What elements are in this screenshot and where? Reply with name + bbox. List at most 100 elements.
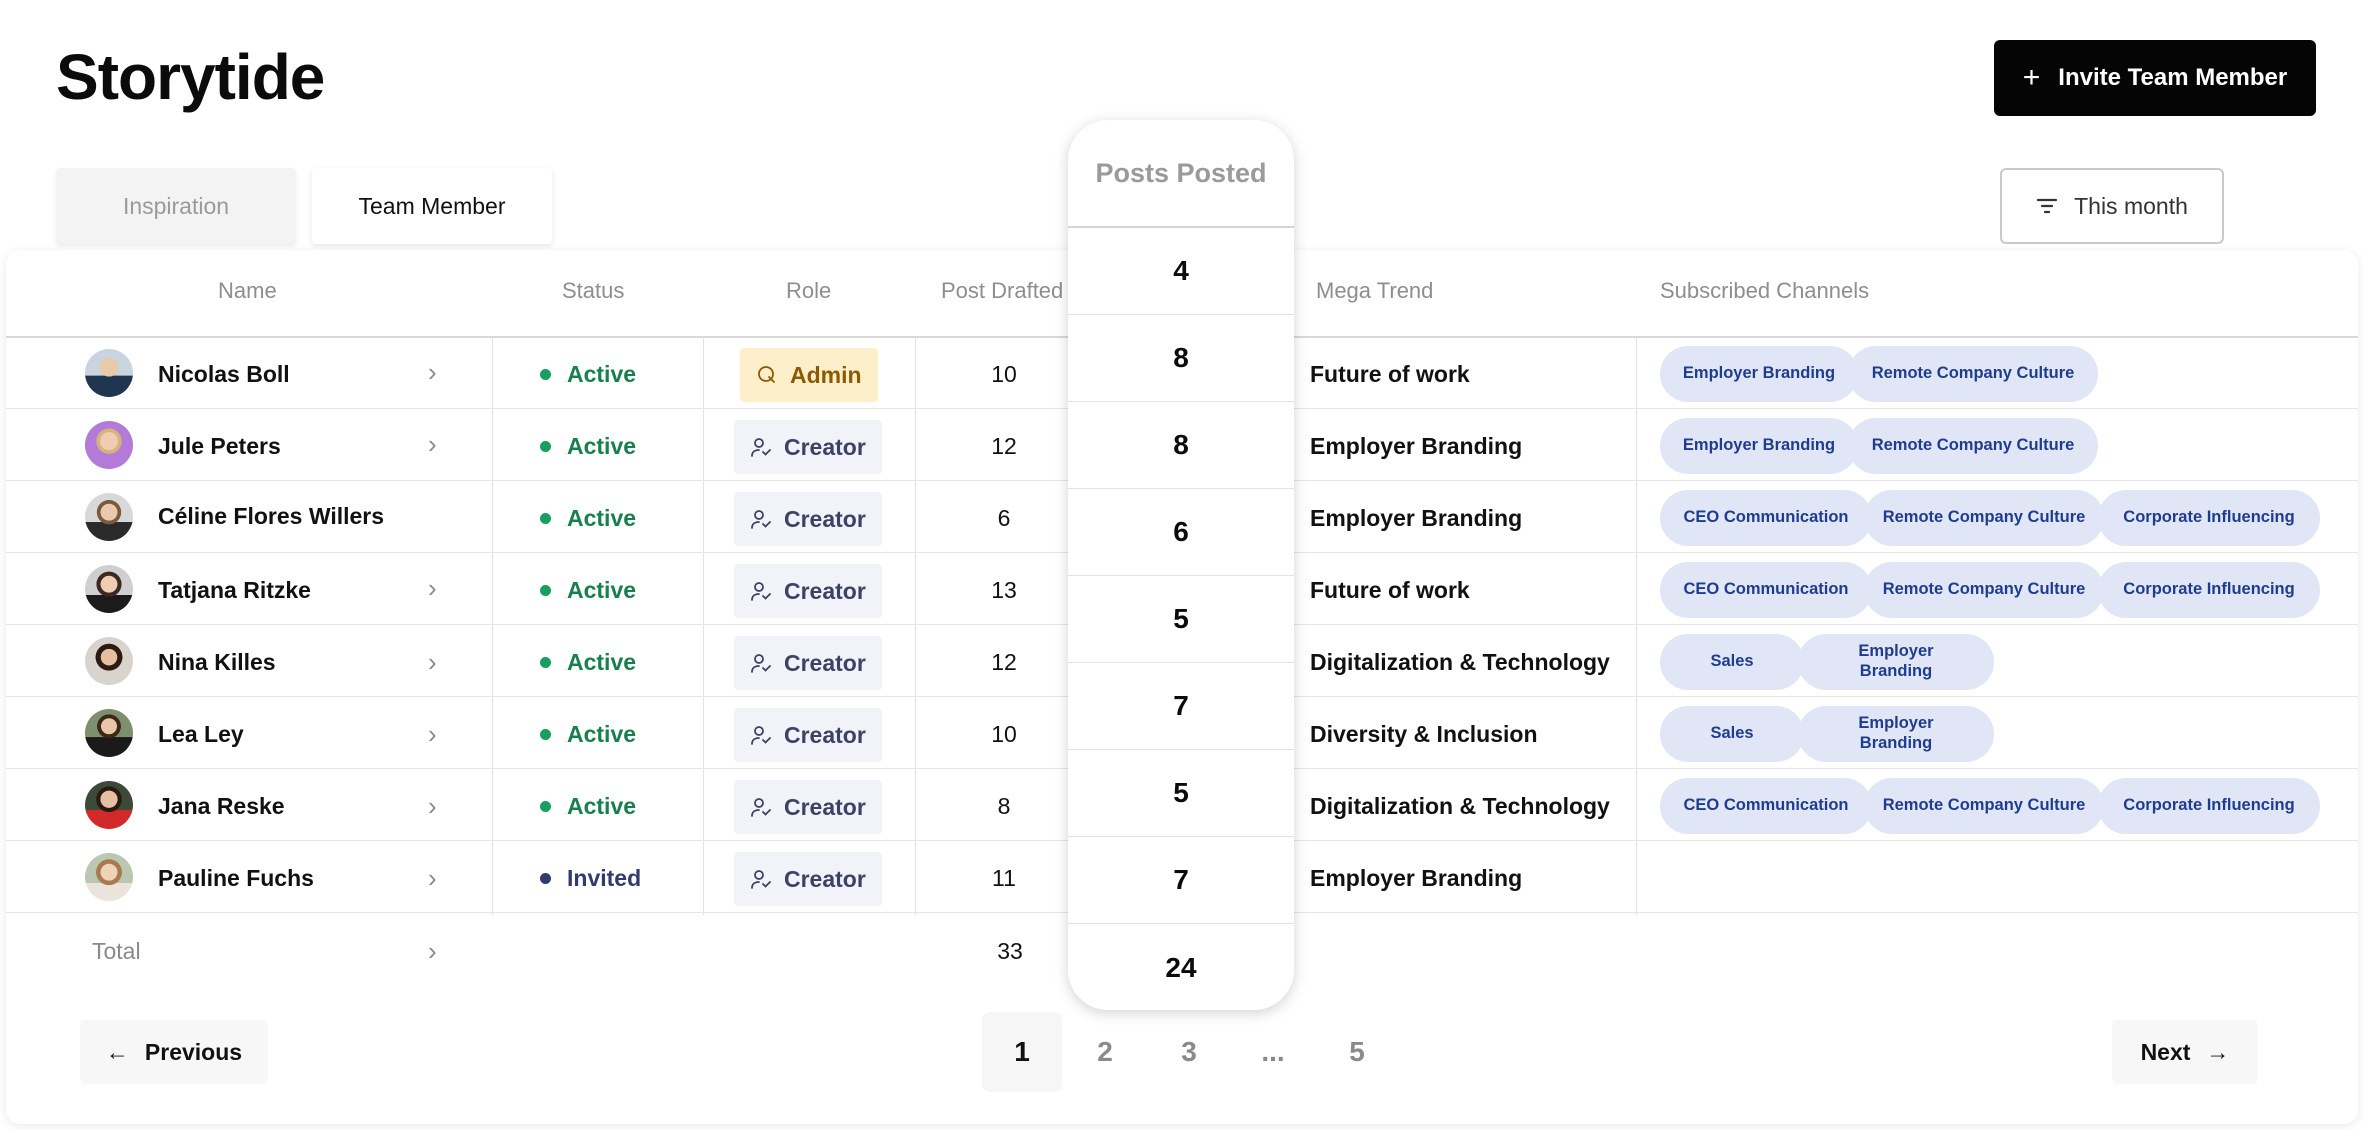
page-number-1[interactable]: 1 xyxy=(982,1012,1062,1092)
previous-page-button[interactable]: ← Previous xyxy=(80,1020,268,1084)
channel-chip[interactable]: Remote Company Culture xyxy=(1848,346,2098,402)
mega-trend-value: Employer Branding xyxy=(1310,433,1523,459)
avatar xyxy=(85,781,133,829)
status-dot xyxy=(540,801,551,812)
posts-posted-value: 6 xyxy=(1068,489,1294,576)
channel-chip[interactable]: Remote Company Culture xyxy=(1864,562,2104,618)
status-label: Active xyxy=(567,649,637,675)
mega-trend-value: Digitalization & Technology xyxy=(1310,793,1610,819)
role-badge-admin[interactable]: Admin xyxy=(740,348,878,402)
role-badge-creator[interactable]: Creator xyxy=(734,636,882,690)
invite-team-member-button[interactable]: + Invite Team Member xyxy=(1994,40,2316,116)
chevron-right-icon[interactable]: › xyxy=(428,429,437,460)
column-header-subscribed-channels[interactable]: Subscribed Channels xyxy=(1660,278,1869,304)
member-name[interactable]: Jule Peters xyxy=(158,433,281,460)
role-label: Creator xyxy=(784,649,866,676)
status-dot xyxy=(540,657,551,668)
channel-chip[interactable]: Corporate Influencing xyxy=(2098,778,2320,834)
posts-posted-value: 4 xyxy=(1068,228,1294,315)
post-drafted-value: 13 xyxy=(991,577,1017,603)
posts-posted-value: 5 xyxy=(1068,576,1294,663)
channel-chip[interactable]: Remote Company Culture xyxy=(1864,778,2104,834)
role-badge-creator[interactable]: Creator xyxy=(734,420,882,474)
role-badge-creator[interactable]: Creator xyxy=(734,780,882,834)
total-post-drafted: 33 xyxy=(997,938,1023,964)
column-divider xyxy=(703,337,704,915)
mega-trend-value: Future of work xyxy=(1310,577,1470,603)
column-divider xyxy=(1636,337,1637,915)
column-header-name[interactable]: Name xyxy=(218,278,277,304)
column-header-mega-trend[interactable]: Mega Trend xyxy=(1316,278,1433,304)
role-badge-creator[interactable]: Creator xyxy=(734,708,882,762)
status-label: Active xyxy=(567,721,637,747)
member-name[interactable]: Tatjana Ritzke xyxy=(158,577,311,604)
channel-chip[interactable]: Sales xyxy=(1660,706,1804,762)
member-name[interactable]: Jana Reske xyxy=(158,793,285,820)
role-label: Creator xyxy=(784,505,866,532)
tab-inspiration[interactable]: Inspiration xyxy=(56,168,296,244)
status-badge: Active xyxy=(540,721,636,748)
tab-team-member[interactable]: Team Member xyxy=(312,168,552,244)
posts-posted-value: 7 xyxy=(1068,663,1294,750)
channel-chip[interactable]: Corporate Influencing xyxy=(2098,490,2320,546)
mega-trend-value: Future of work xyxy=(1310,361,1470,387)
chevron-right-icon[interactable]: › xyxy=(428,647,437,678)
role-label: Creator xyxy=(784,793,866,820)
previous-label: Previous xyxy=(144,1038,243,1065)
status-badge: Active xyxy=(540,505,636,532)
page-number-5[interactable]: 5 xyxy=(1317,1012,1397,1092)
member-name[interactable]: Nicolas Boll xyxy=(158,361,290,388)
role-badge-creator[interactable]: Creator xyxy=(734,852,882,906)
channel-chip[interactable]: CEO Communication xyxy=(1660,778,1872,834)
mega-trend-value: Digitalization & Technology xyxy=(1310,649,1610,675)
role-badge-creator[interactable]: Creator xyxy=(734,564,882,618)
posts-posted-column-popup[interactable]: Posts Posted 4 8 8 6 5 7 5 7 24 xyxy=(1068,120,1294,1010)
user-check-icon xyxy=(751,798,771,817)
post-drafted-value: 6 xyxy=(997,505,1011,531)
channel-chip[interactable]: Remote Company Culture xyxy=(1848,418,2098,474)
channel-chip[interactable]: Employer Branding xyxy=(1798,634,1994,690)
posts-posted-value: 5 xyxy=(1068,750,1294,837)
channel-chip[interactable]: CEO Communication xyxy=(1660,562,1872,618)
channel-chip[interactable]: Sales xyxy=(1660,634,1804,690)
member-name[interactable]: Pauline Fuchs xyxy=(158,865,314,892)
status-badge: Active xyxy=(540,577,636,604)
avatar xyxy=(85,853,133,901)
status-label: Active xyxy=(567,793,637,819)
status-badge: Active xyxy=(540,433,636,460)
post-drafted-value: 12 xyxy=(991,433,1017,459)
chevron-right-icon[interactable]: › xyxy=(428,719,437,750)
page-number-2[interactable]: 2 xyxy=(1065,1012,1145,1092)
next-page-button[interactable]: Next → xyxy=(2112,1020,2258,1084)
role-label: Creator xyxy=(784,865,866,892)
member-name[interactable]: Lea Ley xyxy=(158,721,244,748)
role-badge-creator[interactable]: Creator xyxy=(734,492,882,546)
avatar xyxy=(85,565,133,613)
date-filter-button[interactable]: This month xyxy=(2000,168,2224,244)
chevron-right-icon[interactable]: › xyxy=(428,791,437,822)
member-name[interactable]: Nina Killes xyxy=(158,649,276,676)
channel-chip[interactable]: CEO Communication xyxy=(1660,490,1872,546)
channel-chip[interactable]: Employer Branding xyxy=(1660,346,1858,402)
channel-chip[interactable]: Employer Branding xyxy=(1660,418,1858,474)
post-drafted-value: 11 xyxy=(992,865,1016,891)
status-badge: Active xyxy=(540,361,636,388)
chevron-right-icon[interactable]: › xyxy=(428,573,437,604)
member-name[interactable]: Céline Flores Willers xyxy=(158,503,384,530)
posts-posted-header[interactable]: Posts Posted xyxy=(1068,120,1294,228)
column-header-post-drafted[interactable]: Post Drafted xyxy=(941,278,1063,304)
post-drafted-value: 10 xyxy=(991,361,1017,387)
channel-chip[interactable]: Corporate Influencing xyxy=(2098,562,2320,618)
status-label: Active xyxy=(567,361,637,387)
column-header-status[interactable]: Status xyxy=(562,278,624,304)
chevron-right-icon[interactable]: › xyxy=(428,357,437,388)
column-header-role[interactable]: Role xyxy=(786,278,831,304)
channel-chip[interactable]: Employer Branding xyxy=(1798,706,1994,762)
chevron-right-icon[interactable]: › xyxy=(428,936,437,967)
avatar xyxy=(85,637,133,685)
channel-chip[interactable]: Remote Company Culture xyxy=(1864,490,2104,546)
page-number-3[interactable]: 3 xyxy=(1149,1012,1229,1092)
chevron-right-icon[interactable]: › xyxy=(428,863,437,894)
status-dot xyxy=(540,369,551,380)
avatar xyxy=(85,349,133,397)
